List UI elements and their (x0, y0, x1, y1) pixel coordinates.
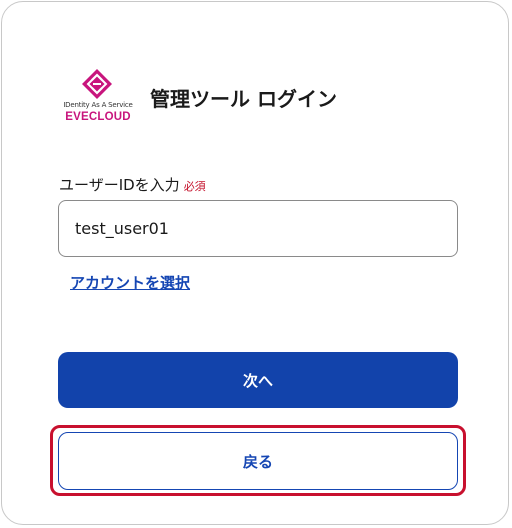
logo-brand-name: EVECLOUD (65, 111, 131, 123)
user-id-label: ユーザーIDを入力 必須 (59, 174, 206, 195)
user-id-label-text: ユーザーIDを入力 (59, 176, 180, 194)
select-account-link[interactable]: アカウントを選択 (70, 272, 190, 293)
user-id-input[interactable] (58, 200, 458, 257)
login-card: IDentity As A Service EVECLOUD 管理ツール ログイ… (1, 1, 509, 525)
next-button[interactable]: 次へ (58, 352, 458, 408)
evecloud-logo: IDentity As A Service EVECLOUD (60, 68, 136, 126)
evecloud-logo-icon (82, 69, 112, 99)
back-button[interactable]: 戻る (58, 432, 458, 490)
page-title: 管理ツール ログイン (150, 87, 337, 111)
required-badge: 必須 (183, 180, 206, 193)
logo-tagline: IDentity As A Service (63, 101, 133, 109)
